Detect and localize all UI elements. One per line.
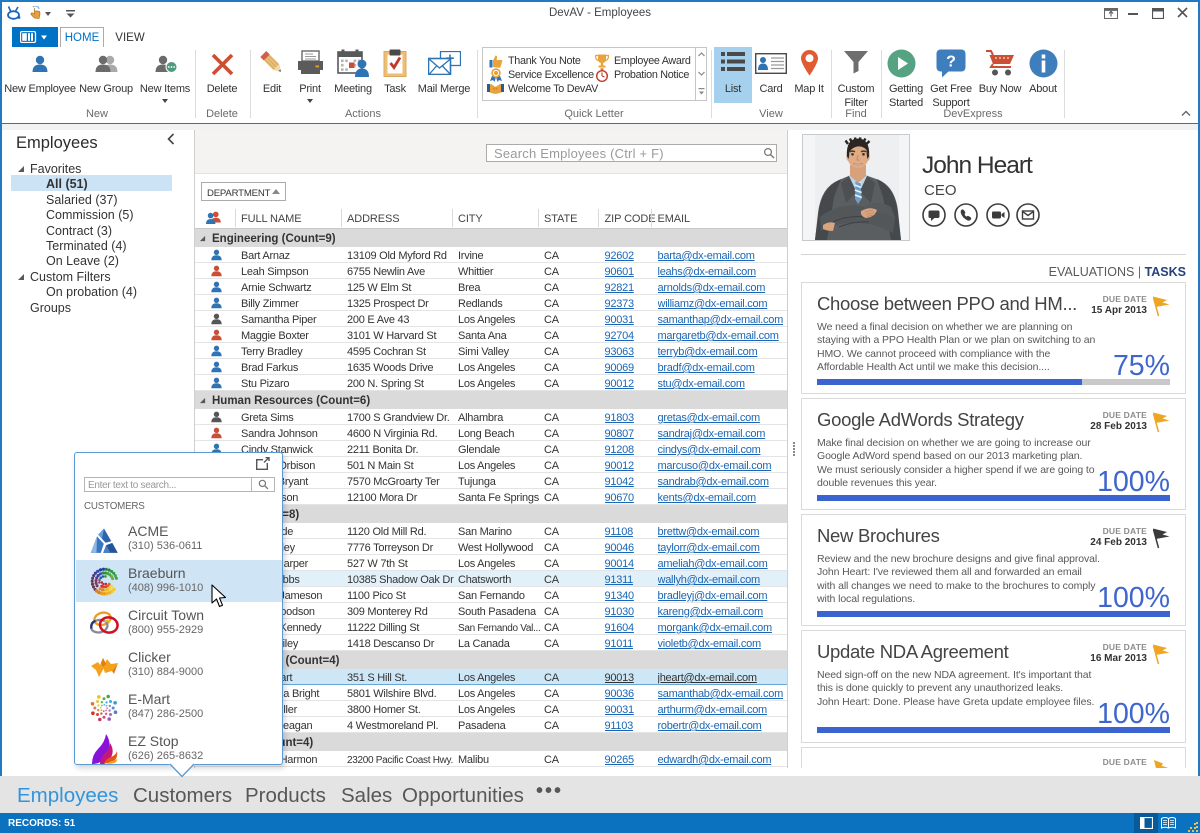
svg-text:?: ? [946,54,956,71]
